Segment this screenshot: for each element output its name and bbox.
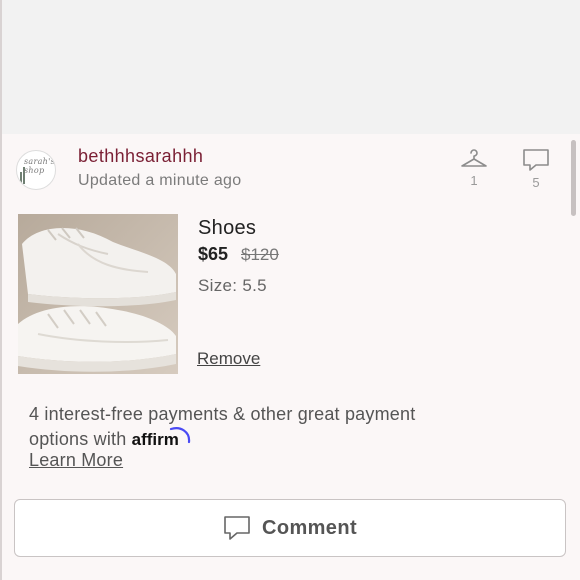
updated-timestamp: Updated a minute ago <box>78 172 242 189</box>
comment-stat[interactable]: 5 <box>516 148 556 190</box>
item-original-price: $120 <box>241 245 279 264</box>
payment-text: 4 interest-free payments & other great p… <box>29 404 416 449</box>
sneaker-image <box>18 214 178 374</box>
comment-count: 5 <box>532 175 540 190</box>
hanger-icon <box>461 149 487 167</box>
product-image[interactable] <box>18 214 178 374</box>
comment-bubble-icon <box>523 149 549 171</box>
comment-button-label: Comment <box>261 516 358 539</box>
scrollbar[interactable] <box>571 140 576 216</box>
top-blank-area <box>0 0 580 134</box>
item-size: Size: 5.5 <box>198 276 267 295</box>
like-count: 1 <box>470 173 478 188</box>
payment-info: 4 interest-free payments & other great p… <box>29 402 479 452</box>
seller-avatar[interactable]: sarah's shop <box>16 150 56 190</box>
affirm-arc-icon <box>169 427 191 444</box>
remove-link[interactable]: Remove <box>197 349 260 369</box>
learn-more-link[interactable]: Learn More <box>29 450 123 471</box>
comment-icon <box>224 516 250 540</box>
left-divider <box>0 0 2 580</box>
item-title[interactable]: Shoes <box>198 217 256 240</box>
comment-button[interactable]: Comment <box>14 499 566 557</box>
seller-username[interactable]: bethhhsarahhh <box>78 146 203 167</box>
item-price: $65 <box>198 244 229 264</box>
avatar-text: sarah's shop <box>24 157 56 175</box>
like-stat[interactable]: 1 <box>454 148 494 188</box>
